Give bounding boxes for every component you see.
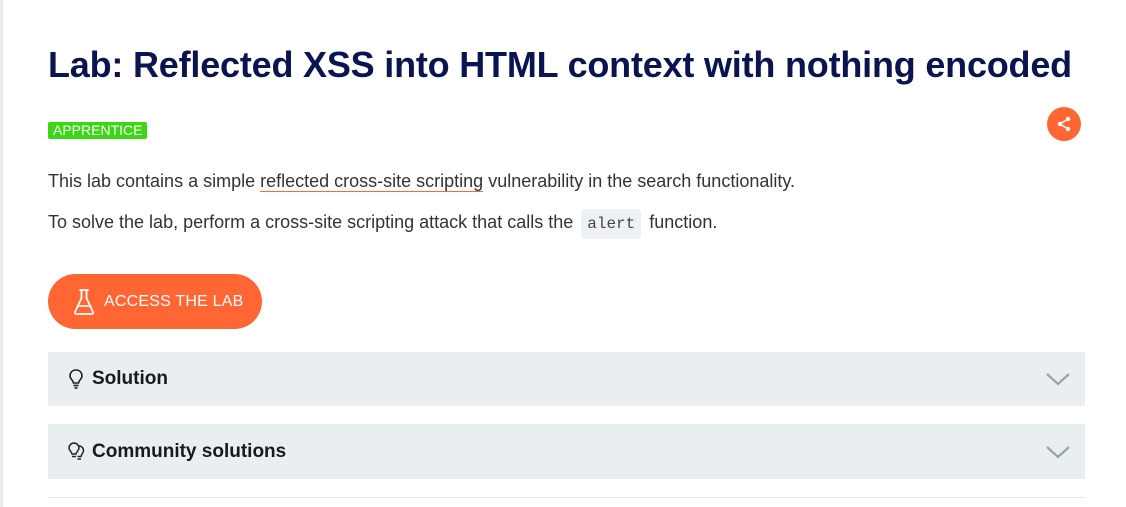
description-line-1: This lab contains a simple reflected cro…: [48, 171, 795, 192]
desc-text: vulnerability in the search functionalit…: [483, 171, 796, 191]
divider: [48, 497, 1085, 498]
lab-page: Lab: Reflected XSS into HTML context wit…: [0, 0, 1126, 507]
alert-code: alert: [581, 209, 642, 239]
page-title: Lab: Reflected XSS into HTML context wit…: [48, 44, 1072, 85]
access-lab-button[interactable]: ACCESS THE LAB: [48, 274, 262, 329]
share-button[interactable]: [1047, 107, 1081, 141]
desc-text: To solve the lab, perform a cross-site s…: [48, 212, 574, 232]
flask-icon: [74, 288, 94, 315]
desc-text: function.: [649, 212, 718, 232]
community-lightbulbs-icon: [68, 441, 85, 460]
description-line-2: To solve the lab, perform a cross-site s…: [48, 209, 718, 239]
level-badge: APPRENTICE: [48, 122, 148, 139]
chevron-down-icon: [1046, 445, 1070, 458]
solution-label: Solution: [92, 368, 168, 389]
community-solutions-accordion[interactable]: Community solutions: [48, 424, 1085, 479]
left-border: [0, 0, 3, 507]
share-icon: [1057, 116, 1071, 132]
community-solutions-label: Community solutions: [92, 440, 287, 462]
lightbulb-icon: [69, 369, 83, 389]
chevron-down-icon: [1046, 373, 1070, 386]
desc-text: This lab contains a simple: [48, 171, 261, 191]
reflected-xss-link[interactable]: reflected cross-site scripting: [260, 171, 484, 192]
solution-accordion[interactable]: Solution: [48, 352, 1085, 406]
access-lab-label: ACCESS THE LAB: [104, 292, 244, 310]
